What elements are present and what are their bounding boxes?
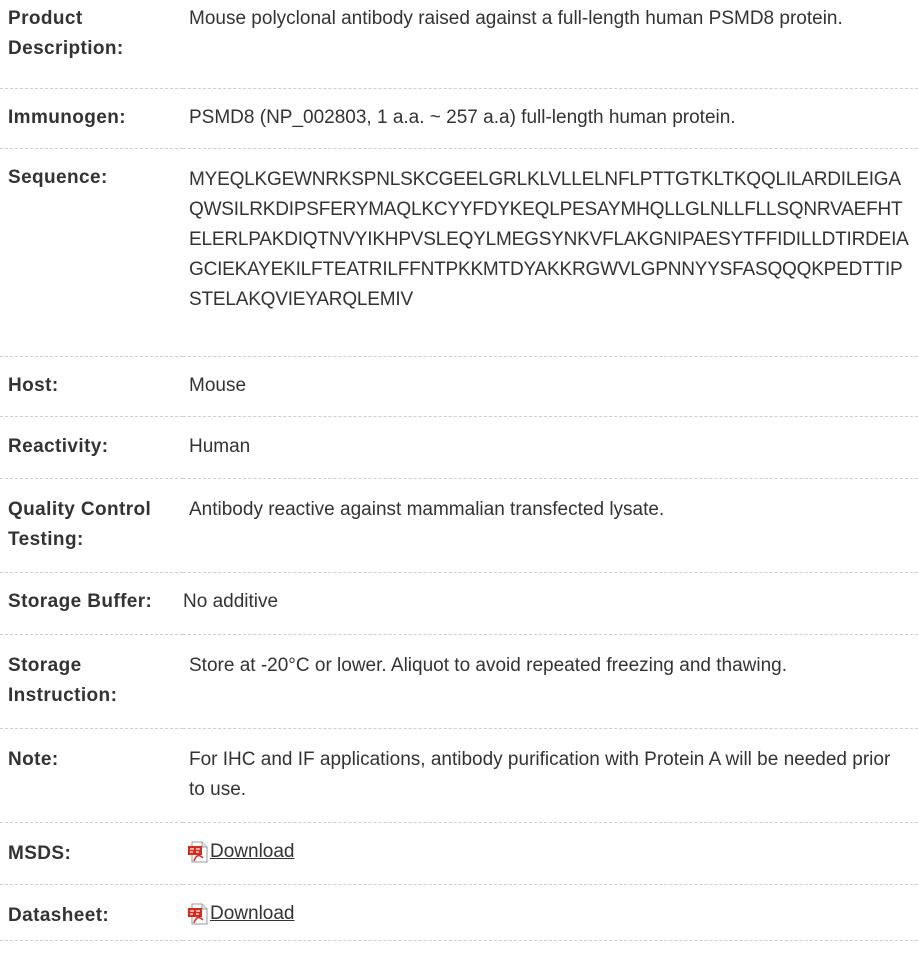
label-msds: MSDS: — [0, 822, 183, 885]
row-msds: MSDS: Download — [0, 822, 918, 885]
label-note: Note: — [0, 728, 183, 823]
label-datasheet: Datasheet: — [0, 884, 183, 941]
value-host: Mouse — [183, 356, 918, 417]
value-immunogen: PSMD8 (NP_002803, 1 a.a. ~ 257 a.a) full… — [183, 88, 918, 149]
label-host: Host: — [0, 356, 183, 417]
datasheet-download-label: Download — [210, 902, 295, 924]
row-reactivity: Reactivity: Human — [0, 416, 918, 479]
label-reactivity: Reactivity: — [0, 416, 183, 479]
product-spec-table: Product Description: Mouse polyclonal an… — [0, 0, 918, 941]
pdf-icon — [188, 903, 208, 925]
value-reactivity: Human — [183, 416, 918, 479]
label-product-description: Product Description: — [0, 0, 183, 89]
value-note: For IHC and IF applications, antibody pu… — [183, 728, 918, 823]
value-storage-instruction: Store at -20°C or lower. Aliquot to avoi… — [183, 634, 918, 729]
label-sequence: Sequence: — [0, 148, 183, 357]
row-quality-control-testing: Quality Control Testing: Antibody reacti… — [0, 478, 918, 573]
row-datasheet: Datasheet: Download — [0, 884, 918, 941]
label-storage-instruction: Storage Instruction: — [0, 634, 183, 729]
value-sequence: MYEQLKGEWNRKSPNLSKCGEELGRLKLVLLELNFLPTTG… — [183, 148, 918, 357]
label-storage-buffer: Storage Buffer: — [0, 572, 183, 635]
value-product-description: Mouse polyclonal antibody raised against… — [183, 0, 918, 89]
label-quality-control-testing: Quality Control Testing: — [0, 478, 183, 573]
value-datasheet: Download — [183, 884, 918, 941]
row-immunogen: Immunogen: PSMD8 (NP_002803, 1 a.a. ~ 25… — [0, 88, 918, 149]
row-storage-buffer: Storage Buffer: No additive — [0, 572, 918, 635]
pdf-icon — [188, 841, 208, 863]
row-note: Note: For IHC and IF applications, antib… — [0, 728, 918, 823]
row-host: Host: Mouse — [0, 356, 918, 417]
msds-download-link[interactable]: Download — [188, 837, 295, 867]
row-storage-instruction: Storage Instruction: Store at -20°C or l… — [0, 634, 918, 729]
value-storage-buffer: No additive — [183, 572, 918, 635]
datasheet-download-link[interactable]: Download — [188, 899, 295, 929]
row-product-description: Product Description: Mouse polyclonal an… — [0, 0, 918, 89]
row-sequence: Sequence: MYEQLKGEWNRKSPNLSKCGEELGRLKLVL… — [0, 148, 918, 357]
label-immunogen: Immunogen: — [0, 88, 183, 149]
msds-download-label: Download — [210, 840, 295, 862]
value-msds: Download — [183, 822, 918, 885]
value-quality-control-testing: Antibody reactive against mammalian tran… — [183, 478, 918, 573]
